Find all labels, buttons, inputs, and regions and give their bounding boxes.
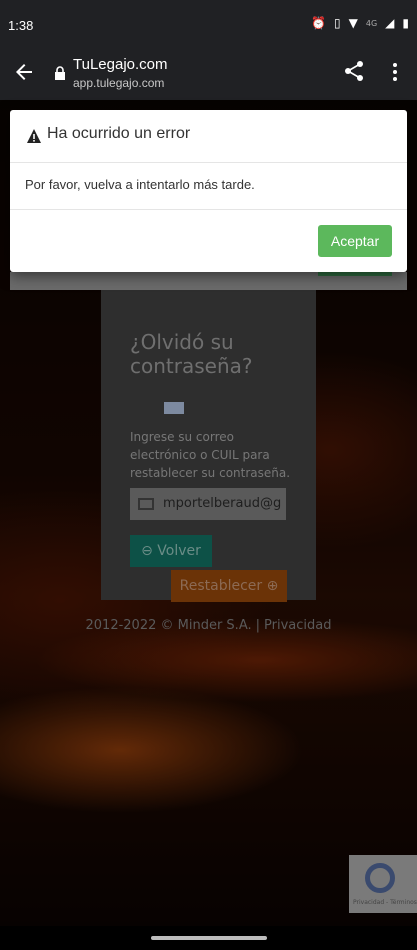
footer: 2012-2022 © Minder S.A. | Privacidad: [0, 618, 417, 633]
forgot-password-card: ¿Olvidó su contraseña? Ingrese su correo…: [101, 290, 316, 600]
email-field[interactable]: mportelberaud@g: [130, 488, 286, 520]
browser-toolbar: TuLegajo.com app.tulegajo.com: [0, 50, 417, 100]
alarm-icon: ⏰: [311, 16, 327, 30]
instructions-text: Ingrese su correo electrónico o CUIL par…: [130, 430, 291, 480]
reset-button[interactable]: Restablecer ⊕: [171, 570, 287, 602]
back-arrow-icon[interactable]: [12, 60, 36, 84]
dialog-title: Ha ocurrido un error: [47, 125, 191, 142]
lock-icon: [55, 66, 65, 80]
status-bar: 1:38 ⏰ ▯ ▼ 4G ◢ ▮: [0, 0, 417, 50]
dialog-message: Por favor, vuelva a intentarlo más tarde…: [25, 177, 255, 192]
arrow-left-circle-icon: ⊖: [141, 543, 153, 559]
hidden-button-edge: [318, 272, 392, 276]
recaptcha-text: Privacidad - Términos: [353, 899, 417, 906]
footer-separator: |: [255, 618, 261, 633]
reset-button-label: Restablecer: [179, 578, 263, 594]
accept-button[interactable]: Aceptar: [318, 225, 392, 257]
signal-icon: ◢: [385, 16, 395, 30]
argentina-flag-icon: [164, 402, 184, 414]
site-title[interactable]: TuLegajo.com: [73, 56, 168, 73]
navigation-bar: [0, 926, 417, 950]
battery-icon: ▮: [402, 16, 409, 30]
site-url[interactable]: app.tulegajo.com: [73, 76, 164, 90]
status-icons: ⏰ ▯ ▼ 4G ◢ ▮: [311, 16, 409, 30]
recaptcha-badge[interactable]: Privacidad - Términos: [349, 855, 417, 913]
privacy-link[interactable]: Privacidad: [264, 618, 331, 633]
more-options-icon[interactable]: [392, 62, 398, 82]
status-time: 1:38: [8, 18, 34, 33]
vibrate-icon: ▯: [334, 16, 341, 30]
dialog-divider: [10, 209, 407, 210]
envelope-icon: [138, 498, 154, 510]
modal-backdrop-strip: [10, 272, 407, 290]
back-button[interactable]: ⊖ Volver: [130, 535, 212, 567]
home-gesture-handle[interactable]: [151, 936, 267, 940]
email-value: mportelberaud@g: [163, 496, 282, 511]
warning-icon: [27, 129, 41, 143]
arrow-right-circle-icon: ⊕: [266, 578, 279, 594]
error-dialog: Ha ocurrido un error Por favor, vuelva a…: [10, 110, 407, 272]
copyright-text: 2012-2022 © Minder S.A.: [85, 618, 252, 633]
share-icon[interactable]: [343, 60, 365, 82]
forgot-password-heading: ¿Olvidó su contraseña?: [130, 330, 253, 378]
dialog-header: Ha ocurrido un error: [10, 110, 407, 163]
back-button-label: Volver: [157, 543, 201, 559]
wifi-icon: ▼: [348, 16, 358, 30]
network-type-label: 4G: [365, 18, 378, 28]
recaptcha-icon: [365, 863, 395, 893]
